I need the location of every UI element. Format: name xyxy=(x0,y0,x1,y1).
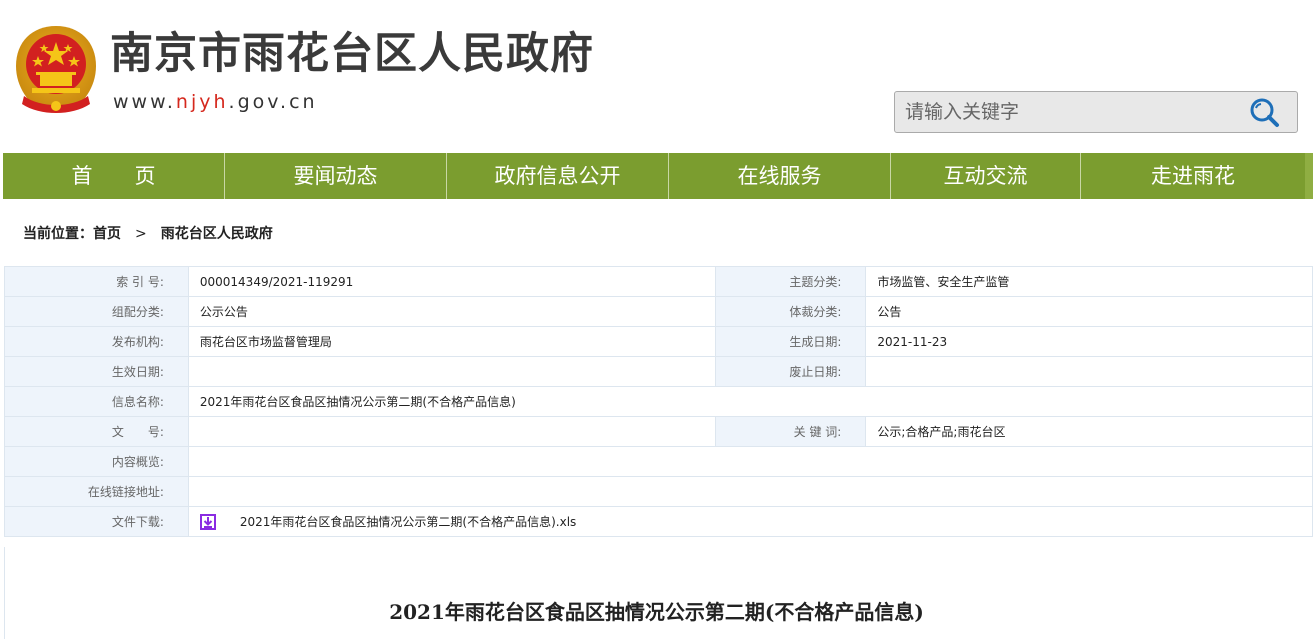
table-row: 内容概览: xyxy=(4,446,1313,477)
document-title: 2021年雨花台区食品区抽情况公示第二期(不合格产品信息) xyxy=(389,600,924,624)
nav-item-online-service[interactable]: 在线服务 xyxy=(669,153,891,199)
online-link-value xyxy=(187,476,1313,507)
document-number-label: 文 号: xyxy=(4,416,189,447)
genre-category-value: 公告 xyxy=(865,296,1313,327)
nav-edge xyxy=(1305,153,1313,199)
org-category-value: 公示公告 xyxy=(187,296,717,327)
file-download-cell: 2021年雨花台区食品区抽情况公示第二期(不合格产品信息).xls xyxy=(187,506,1313,537)
table-row: 发布机构: 雨花台区市场监督管理局 生成日期: 2021-11-23 xyxy=(4,326,1313,357)
document-number-value xyxy=(187,416,717,447)
keywords-label: 关 键 词: xyxy=(715,416,867,447)
nav-item-gov-info[interactable]: 政府信息公开 xyxy=(447,153,669,199)
search-box xyxy=(894,91,1298,133)
site-url-highlight: njyh xyxy=(175,91,229,113)
genre-category-label: 体裁分类: xyxy=(715,296,867,327)
site-header: 南京市雨花台区人民政府 www.njyh.gov.cn xyxy=(0,0,1313,152)
table-row: 文 号: 关 键 词: 公示;合格产品;雨花台区 xyxy=(4,416,1313,447)
info-name-value: 2021年雨花台区食品区抽情况公示第二期(不合格产品信息) xyxy=(187,386,1313,417)
table-row: 组配分类: 公示公告 体裁分类: 公告 xyxy=(4,296,1313,327)
search-input[interactable] xyxy=(905,98,1225,126)
effective-date-label: 生效日期: xyxy=(4,356,189,387)
table-row: 索 引 号: 000014349/2021-119291 主题分类: 市场监管、… xyxy=(4,266,1313,297)
online-link-label: 在线链接地址: xyxy=(4,476,189,507)
index-number-label: 索 引 号: xyxy=(4,266,189,297)
created-date-value: 2021-11-23 xyxy=(865,326,1313,357)
site-url-prefix: www. xyxy=(113,91,176,113)
nav-item-news[interactable]: 要闻动态 xyxy=(225,153,447,199)
info-name-label: 信息名称: xyxy=(4,386,189,417)
site-url: www.njyh.gov.cn xyxy=(113,91,318,113)
table-row: 文件下载: 2021年雨花台区食品区抽情况公示第二期(不合格产品信息).xls xyxy=(4,506,1313,537)
effective-date-value xyxy=(187,356,717,387)
index-number-value: 000014349/2021-119291 xyxy=(187,266,717,297)
main-nav: 首 页 要闻动态 政府信息公开 在线服务 互动交流 走进雨花 xyxy=(3,153,1305,199)
nav-item-home[interactable]: 首 页 xyxy=(3,153,225,199)
download-icon[interactable] xyxy=(199,513,216,530)
search-icon[interactable] xyxy=(1245,96,1285,128)
breadcrumb-current-link[interactable]: 雨花台区人民政府 xyxy=(161,226,273,242)
breadcrumb-prefix: 当前位置： xyxy=(23,226,93,242)
summary-value xyxy=(187,446,1313,477)
site-url-suffix: .gov.cn xyxy=(228,91,318,113)
publisher-label: 发布机构: xyxy=(4,326,189,357)
national-emblem-icon[interactable] xyxy=(10,22,102,118)
publisher-value: 雨花台区市场监督管理局 xyxy=(187,326,717,357)
breadcrumb-separator: > xyxy=(135,226,147,242)
summary-label: 内容概览: xyxy=(4,446,189,477)
created-date-label: 生成日期: xyxy=(715,326,867,357)
expiry-date-label: 废止日期: xyxy=(715,356,867,387)
breadcrumb: 当前位置：首页 > 雨花台区人民政府 xyxy=(23,223,273,243)
expiry-date-value xyxy=(865,356,1313,387)
nav-item-about-yuhua[interactable]: 走进雨花 xyxy=(1081,153,1305,199)
site-title: 南京市雨花台区人民政府 xyxy=(110,29,594,79)
keywords-value: 公示;合格产品;雨花台区 xyxy=(865,416,1313,447)
breadcrumb-home-link[interactable]: 首页 xyxy=(93,226,121,242)
document-content-area xyxy=(4,547,1313,639)
topic-category-label: 主题分类: xyxy=(715,266,867,297)
download-file-link[interactable]: 2021年雨花台区食品区抽情况公示第二期(不合格产品信息).xls xyxy=(240,515,576,529)
topic-category-value: 市场监管、安全生产监管 xyxy=(865,266,1313,297)
org-category-label: 组配分类: xyxy=(4,296,189,327)
table-row: 在线链接地址: xyxy=(4,476,1313,507)
table-row: 信息名称: 2021年雨花台区食品区抽情况公示第二期(不合格产品信息) xyxy=(4,386,1313,417)
nav-item-interaction[interactable]: 互动交流 xyxy=(891,153,1081,199)
info-metadata-table: 索 引 号: 000014349/2021-119291 主题分类: 市场监管、… xyxy=(4,266,1313,537)
file-download-label: 文件下载: xyxy=(4,506,189,537)
table-row: 生效日期: 废止日期: xyxy=(4,356,1313,387)
